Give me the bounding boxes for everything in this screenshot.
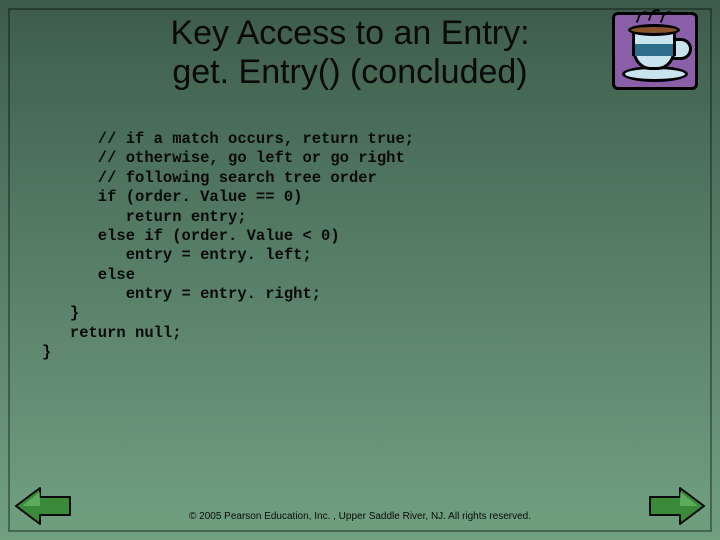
slide: Key Access to an Entry: get. Entry() (co… <box>0 0 720 540</box>
slide-title: Key Access to an Entry: get. Entry() (co… <box>110 14 590 92</box>
prev-arrow-icon[interactable] <box>14 484 72 528</box>
code-block: // if a match occurs, return true; // ot… <box>42 130 662 363</box>
next-arrow-icon[interactable] <box>648 484 706 528</box>
coffee-cup-icon <box>610 10 706 100</box>
copyright-footer: © 2005 Pearson Education, Inc. , Upper S… <box>0 511 720 522</box>
